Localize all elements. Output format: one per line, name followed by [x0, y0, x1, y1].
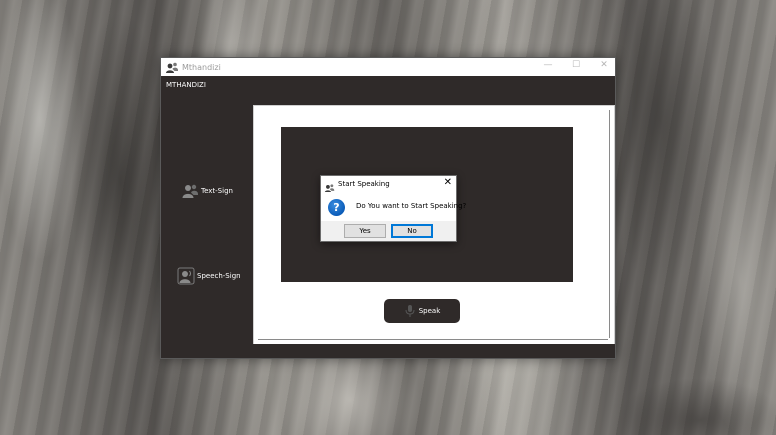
sidebar-item-speech-sign[interactable]: Speech-Sign — [177, 267, 241, 285]
speak-button-label: Speak — [418, 307, 441, 315]
window-bottom-strip — [161, 344, 615, 358]
sidebar-item-text-sign[interactable]: Text-Sign — [181, 182, 233, 200]
panel-divider-right — [609, 110, 610, 338]
yes-button[interactable]: Yes — [344, 224, 386, 238]
window-title: Mthandizi — [182, 62, 221, 72]
dialog-close-icon[interactable]: ✕ — [444, 177, 452, 188]
question-icon: ? — [328, 199, 345, 216]
app-header-label: MTHANDIZI — [166, 81, 206, 89]
dialog-body: ? Do You want to Start Speaking? — [321, 192, 466, 221]
app-header: MTHANDIZI — [161, 76, 615, 94]
minimize-button[interactable]: — — [543, 60, 553, 70]
start-speaking-dialog: Start Speaking ✕ ? Do You want to Start … — [320, 175, 466, 242]
dialog-title: Start Speaking — [338, 180, 390, 188]
microphone-icon — [404, 304, 416, 318]
close-button[interactable]: ✕ — [599, 60, 609, 70]
window-controls: — ☐ ✕ — [543, 60, 609, 70]
no-button[interactable]: No — [391, 224, 433, 238]
speech-user-icon — [177, 267, 195, 285]
panel-divider-bottom — [258, 339, 608, 340]
speak-button[interactable]: Speak — [384, 299, 460, 323]
maximize-button[interactable]: ☐ — [571, 60, 581, 70]
dialog-message: Do You want to Start Speaking? — [356, 202, 467, 210]
dialog-titlebar[interactable]: Start Speaking ✕ — [321, 176, 456, 192]
sidebar-item-label: Speech-Sign — [197, 272, 241, 280]
users-icon — [181, 182, 199, 200]
dialog-button-row: Yes No — [321, 221, 456, 241]
window-titlebar[interactable]: Mthandizi — ☐ ✕ — [161, 58, 615, 76]
sidebar-item-label: Text-Sign — [201, 187, 233, 195]
app-users-icon — [165, 60, 179, 74]
dialog-app-icon — [324, 179, 335, 192]
